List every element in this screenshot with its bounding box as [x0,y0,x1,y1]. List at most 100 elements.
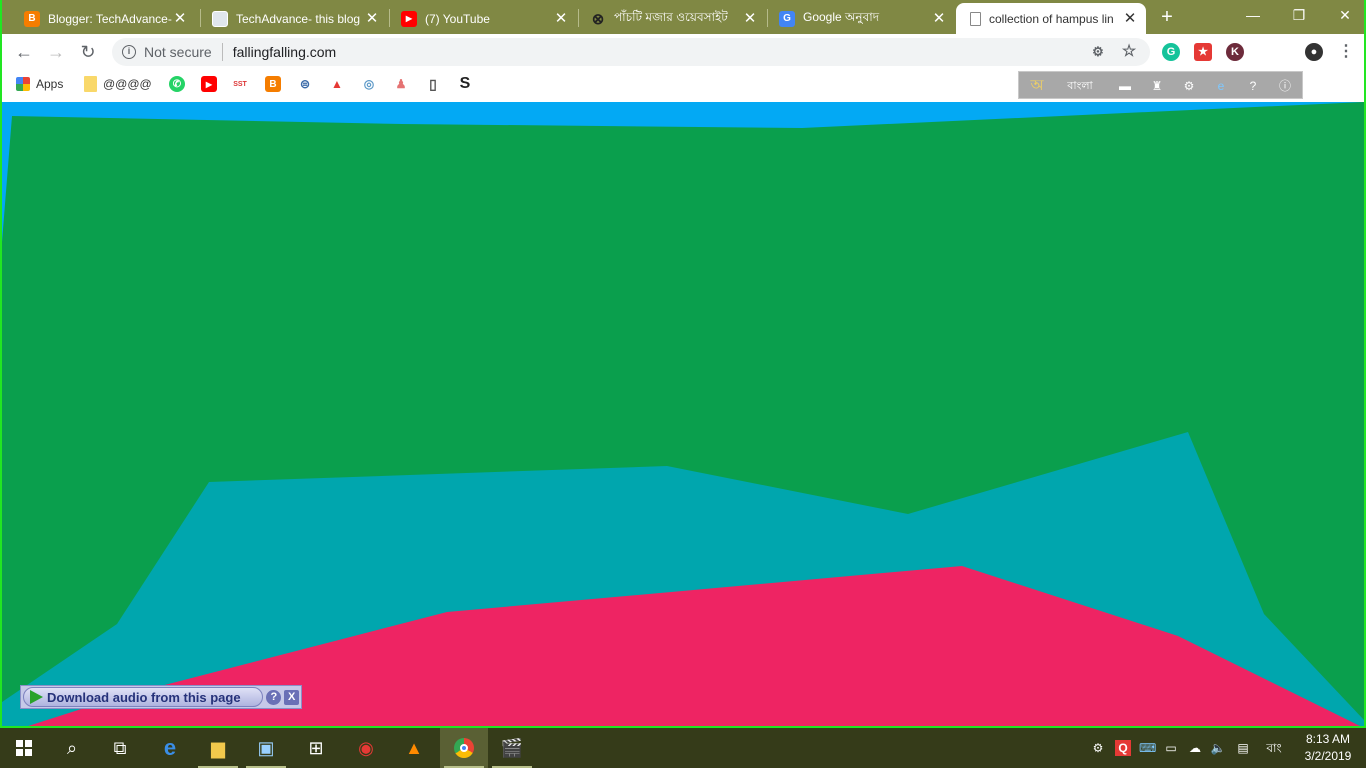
address-bar[interactable]: i Not secure fallingfalling.com [112,38,1150,66]
avatar[interactable]: ● [1305,43,1323,61]
back-button[interactable]: ← [12,40,36,64]
close-icon[interactable]: ✕ [931,10,947,27]
taskbar: ⌕ ⧉ e ▆ ▣ ⊞ ◉ ▲ 🎬 ⚙ Q ⌨ ▭ ☁ 🔈 ▤ বাং 8:13… [0,728,1366,768]
play-icon [30,690,43,704]
ime-toolbar: অ বাংলা ▬ ♜ ⚙ e ? ⓘ [1018,71,1303,99]
close-icon[interactable]: ✕ [172,10,188,27]
bookmark-whatsapp[interactable]: ✆ [169,76,191,92]
s-logo-icon: S [459,75,471,92]
bookmark-s-logo[interactable]: S [457,75,479,92]
google-translate-icon: G [779,10,795,27]
security-label: Not secure [144,44,212,60]
menu-dots-icon[interactable]: ⋮ [1337,43,1355,61]
download-audio-bar: Download audio from this page ? X [20,685,302,709]
bookmark-page[interactable]: ▯ [425,76,447,92]
clock-date: 3/2/2019 [1304,749,1352,763]
tab-bangla-websites[interactable]: ⊗ পাঁচটি মজার ওয়েবসাইট ✕ [576,3,766,34]
vlc-icon[interactable]: ▲ [390,728,438,768]
keyboard-icon[interactable]: ▬ [1117,78,1133,94]
sst-icon: SST [233,80,247,88]
bookmark-apps[interactable]: Apps [16,76,63,92]
download-audio-button[interactable]: Download audio from this page [23,687,264,707]
edge-icon[interactable]: e [146,728,194,768]
notification-icon[interactable]: ▤ [1235,740,1251,756]
extension-red-icon[interactable]: ★ [1194,43,1212,61]
info-icon[interactable]: i [122,45,136,59]
bookmark-people[interactable]: ♟ [393,76,415,92]
ime-logo-icon[interactable]: অ [1029,78,1045,94]
bookmark-site[interactable]: ⊜ [297,76,319,92]
forward-button[interactable]: → [44,40,68,64]
people-icon: ♟ [395,77,407,91]
tab-techadvance[interactable]: TechAdvance- this blog ✕ [198,3,388,34]
volume-icon[interactable]: 🔈 [1210,740,1226,756]
media-app-icon[interactable]: ▣ [242,728,290,768]
tab-title: collection of hampus lin [989,11,1114,26]
input-language[interactable]: বাং [1263,740,1285,756]
flame-icon: ▲ [331,77,343,91]
store-icon[interactable]: ⊞ [292,728,340,768]
tab-title: (7) YouTube [425,11,490,26]
new-tab-button[interactable]: + [1156,6,1178,28]
chrome-icon[interactable] [440,728,488,768]
translate-blocked-icon[interactable]: ⚙ [1089,43,1107,61]
blogger-icon: B [24,10,40,27]
help-icon[interactable]: ? [266,689,282,705]
url-text[interactable]: fallingfalling.com [233,44,337,60]
apps-grid-icon [16,77,30,91]
close-icon[interactable]: ✕ [742,10,758,27]
blogger-icon: B [265,76,281,92]
page-content [2,102,1364,726]
clock[interactable]: 8:13 AM 3/2/2019 [1296,731,1360,765]
download-audio-label: Download audio from this page [47,689,241,705]
bookmark-site-round[interactable]: ◎ [361,76,383,92]
tray-keyboard-icon[interactable]: ⌨ [1139,740,1156,756]
browser-window: B Blogger: TechAdvance- ✕ TechAdvance- t… [0,0,1366,728]
tab-title: Blogger: TechAdvance- [48,11,172,26]
search-icon[interactable]: ⌕ [48,728,96,768]
info-icon[interactable]: ⓘ [1277,78,1293,94]
close-icon[interactable]: ✕ [1122,10,1138,27]
edge-icon[interactable]: e [1213,78,1229,94]
close-icon[interactable]: ✕ [553,10,569,27]
reload-button[interactable]: ↻ [76,40,100,64]
whatsapp-icon: ✆ [169,76,185,92]
youtube-icon: ▶ [401,10,417,27]
game-app-icon[interactable]: ◉ [342,728,390,768]
tray-q-icon[interactable]: Q [1115,740,1131,756]
mouse-icon[interactable]: ♜ [1149,78,1165,94]
video-editor-icon[interactable]: 🎬 [488,728,536,768]
tab-blogger[interactable]: B Blogger: TechAdvance- ✕ [10,3,196,34]
bookmark-blogger[interactable]: B [265,76,287,92]
grammarly-icon[interactable]: G [1162,43,1180,61]
close-icon[interactable]: ✕ [364,10,380,27]
bookmark-star-icon[interactable]: ☆ [1120,43,1138,61]
tab-active-hampus[interactable]: collection of hampus lin ✕ [956,3,1146,34]
file-explorer-icon[interactable]: ▆ [194,728,242,768]
network-icon[interactable]: ▭ [1163,740,1179,756]
tab-youtube[interactable]: ▶ (7) YouTube ✕ [387,3,577,34]
extension-k-icon[interactable]: K [1226,43,1244,61]
tab-strip: B Blogger: TechAdvance- ✕ TechAdvance- t… [2,0,1364,34]
onedrive-icon[interactable]: ☁ [1187,740,1203,756]
site-icon: ⊜ [299,77,311,91]
gear-icon[interactable]: ⚙ [1181,78,1197,94]
bookmark-flame[interactable]: ▲ [329,76,351,92]
window-close-icon[interactable]: ✕ [1322,4,1364,26]
tab-google-translate[interactable]: G Google অনুবাদ ✕ [765,3,955,34]
bookmark-youtube[interactable]: ▶ [201,76,223,92]
bookmark-sst[interactable]: SST [232,76,254,92]
tab-title: TechAdvance- this blog [236,11,361,26]
folder-icon [84,76,97,92]
minimize-icon[interactable]: — [1230,4,1276,26]
restore-icon[interactable]: ❐ [1276,4,1322,26]
help-icon[interactable]: ? [1245,78,1261,94]
bookmark-folder[interactable]: @@@@ [84,76,152,92]
browser-toolbar: ← → ↻ i Not secure fallingfalling.com ⚙ … [2,34,1364,70]
ime-language-selector[interactable]: বাংলা [1063,78,1097,94]
close-icon[interactable]: X [284,689,300,705]
task-view-icon[interactable]: ⧉ [96,728,144,768]
tray-app-icon[interactable]: ⚙ [1090,740,1106,756]
windows-start-icon[interactable] [0,728,48,768]
globe-icon: ⊗ [591,10,605,28]
